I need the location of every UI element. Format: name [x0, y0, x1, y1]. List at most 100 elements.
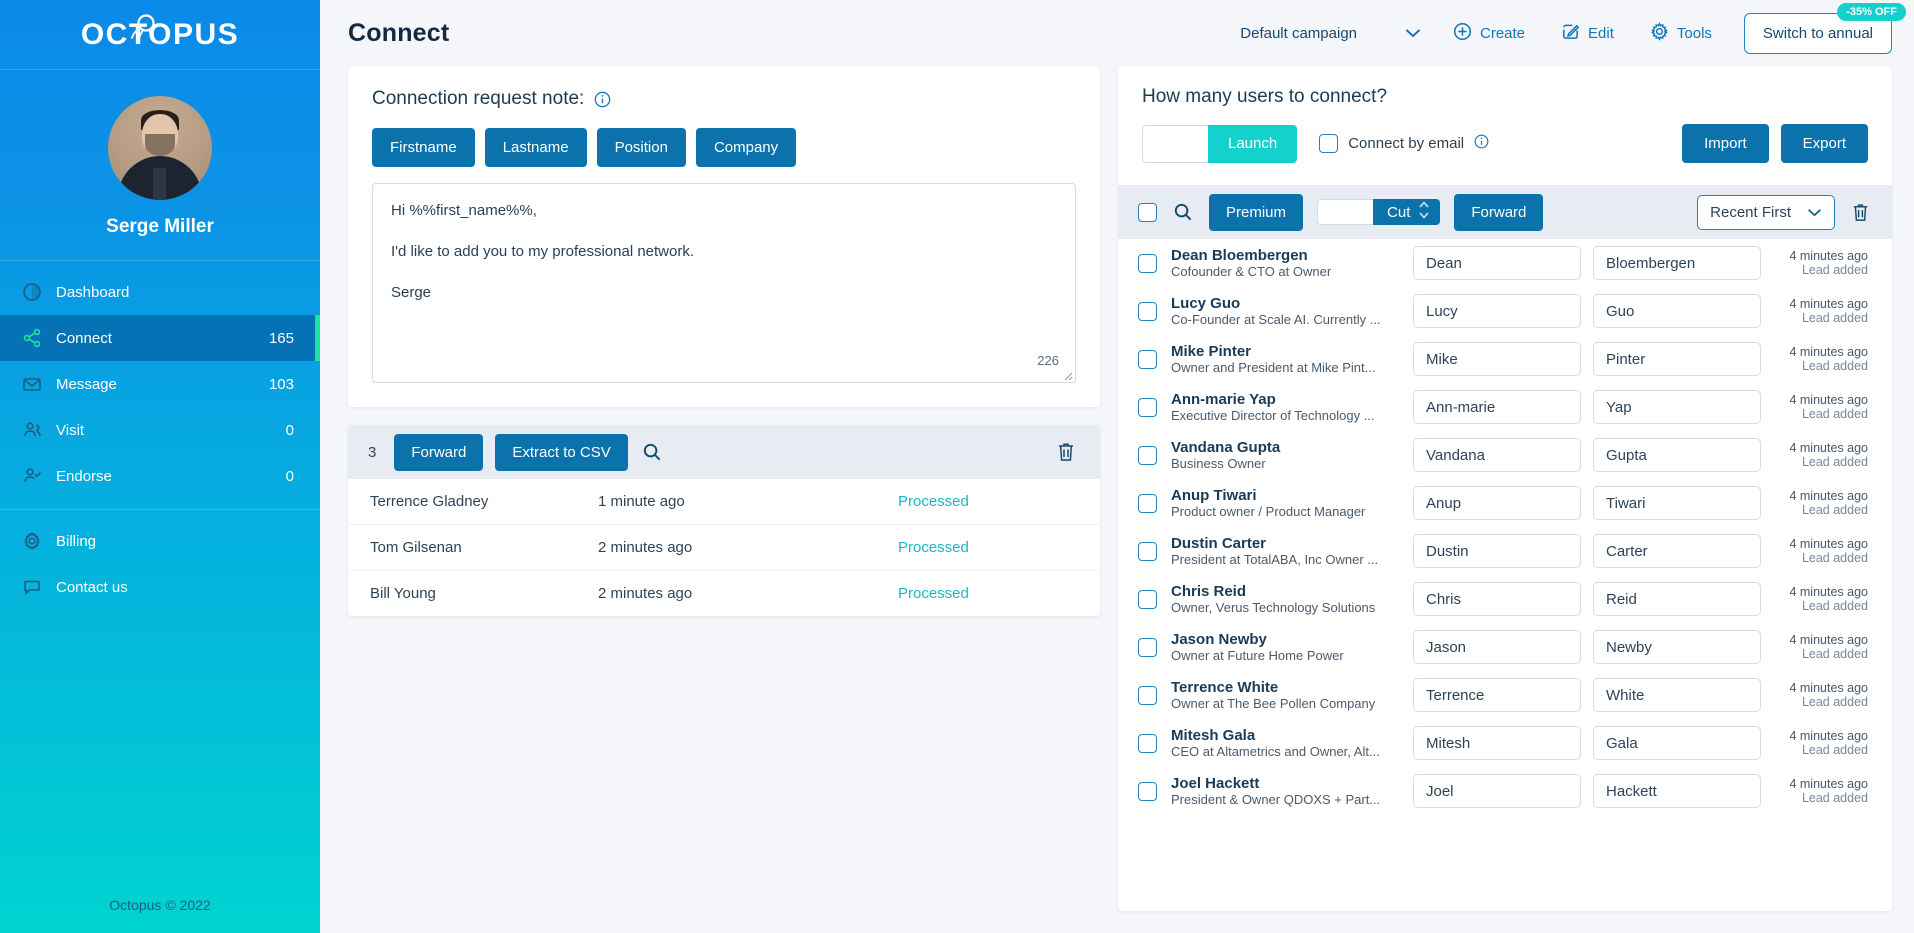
table-row[interactable]: Tom Gilsenan 2 minutes ago Processed — [348, 524, 1100, 571]
first-name-input[interactable] — [1413, 294, 1581, 328]
user-checkbox[interactable] — [1138, 253, 1157, 273]
sidebar-item-contact-us[interactable]: Contact us — [0, 564, 320, 610]
list-item[interactable]: Joel Hackett President & Owner QDOXS + Pa… — [1118, 767, 1892, 815]
user-checkbox[interactable] — [1138, 685, 1157, 705]
user-checkbox[interactable] — [1138, 349, 1157, 369]
last-name-input[interactable] — [1593, 438, 1761, 472]
user-list[interactable]: Dean Bloembergen Cofounder & CTO at Owner… — [1118, 239, 1892, 911]
user-checkbox[interactable] — [1138, 781, 1157, 801]
user-checkbox[interactable] — [1138, 493, 1157, 513]
processed-forward-button[interactable]: Forward — [394, 433, 484, 471]
list-item[interactable]: Chris Reid Owner, Verus Technology Soluti… — [1118, 575, 1892, 623]
list-item[interactable]: Ann-marie Yap Executive Director of Techn… — [1118, 383, 1892, 431]
user-name: Joel Hackett — [1171, 775, 1260, 792]
delete-icon[interactable] — [1849, 200, 1872, 225]
import-button[interactable]: Import — [1682, 124, 1769, 163]
create-button[interactable]: Create — [1435, 22, 1543, 45]
note-line-2: I'd like to add you to my professional n… — [391, 242, 695, 260]
list-item[interactable]: Vandana GuptaBusiness Owner 4 minutes ago… — [1118, 431, 1892, 479]
sidebar-item-billing[interactable]: Billing — [0, 518, 320, 564]
sidebar-item-connect[interactable]: Connect 165 — [0, 315, 320, 361]
list-item[interactable]: Dean Bloembergen Cofounder & CTO at Owner… — [1118, 239, 1892, 287]
last-name-input[interactable] — [1593, 630, 1761, 664]
last-name-input[interactable] — [1593, 582, 1761, 616]
sidebar-item-endorse[interactable]: Endorse 0 — [0, 453, 320, 499]
info-icon[interactable] — [594, 91, 611, 108]
first-name-input[interactable] — [1413, 630, 1581, 664]
last-name-input[interactable] — [1593, 534, 1761, 568]
last-name-input[interactable] — [1593, 390, 1761, 424]
last-name-input[interactable] — [1593, 486, 1761, 520]
list-item[interactable]: Terrence White Owner at The Bee Pollen Co… — [1118, 671, 1892, 719]
user-time: 4 minutes ago — [1789, 441, 1868, 455]
first-name-input[interactable] — [1413, 438, 1581, 472]
last-name-input[interactable] — [1593, 342, 1761, 376]
user-status: Lead added — [1801, 743, 1868, 757]
note-line-1: Hi %%first_name%%, — [391, 202, 537, 219]
first-name-input[interactable] — [1413, 486, 1581, 520]
tag-company-button[interactable]: Company — [695, 128, 797, 167]
first-name-input[interactable] — [1413, 774, 1581, 808]
user-time: 4 minutes ago — [1789, 777, 1868, 791]
list-item[interactable]: Mike Pinter Owner and President at Mike P… — [1118, 335, 1892, 383]
cut-input[interactable] — [1317, 199, 1374, 225]
envelope-icon — [22, 374, 56, 394]
connect-by-email-checkbox[interactable] — [1319, 134, 1339, 153]
delete-icon[interactable] — [1054, 439, 1078, 465]
user-checkbox[interactable] — [1138, 541, 1157, 561]
first-name-input[interactable] — [1413, 246, 1581, 280]
campaign-dropdown[interactable]: Default campaign — [1226, 25, 1435, 42]
list-item[interactable]: Anup Tiwari Product owner / Product Manag… — [1118, 479, 1892, 527]
sidebar-item-count: 0 — [285, 467, 294, 485]
tag-lastname-button[interactable]: Lastname — [484, 128, 587, 167]
logo[interactable]: OCTOPUS — [0, 0, 320, 70]
sidebar-item-message[interactable]: Message 103 — [0, 361, 320, 407]
edit-button[interactable]: Edit — [1543, 22, 1632, 45]
user-checkbox[interactable] — [1138, 301, 1157, 321]
search-icon[interactable] — [640, 440, 664, 464]
cut-button[interactable]: Cut — [1373, 199, 1441, 225]
list-item[interactable]: Lucy Guo Co-Founder at Scale AI. Currentl… — [1118, 287, 1892, 335]
launch-button[interactable]: Launch — [1208, 124, 1298, 163]
first-name-input[interactable] — [1413, 342, 1581, 376]
first-name-input[interactable] — [1413, 534, 1581, 568]
first-name-input[interactable] — [1413, 582, 1581, 616]
table-row[interactable]: Bill Young 2 minutes ago Processed — [348, 571, 1100, 617]
tag-position-button[interactable]: Position — [596, 128, 686, 167]
user-checkbox[interactable] — [1138, 637, 1157, 657]
first-name-input[interactable] — [1413, 678, 1581, 712]
select-all-checkbox[interactable] — [1138, 202, 1157, 222]
last-name-input[interactable] — [1593, 726, 1761, 760]
note-textarea[interactable]: Hi %%first_name%%, I'd like to add you t… — [372, 183, 1076, 383]
list-item[interactable]: Mitesh Gala CEO at Altametrics and Owner,… — [1118, 719, 1892, 767]
last-name-input[interactable] — [1593, 678, 1761, 712]
list-item[interactable]: Jason NewbyOwner at Future Home Power 4 m… — [1118, 623, 1892, 671]
list-item[interactable]: Dustin Carter President at TotalABA, Inc … — [1118, 527, 1892, 575]
user-checkbox[interactable] — [1138, 733, 1157, 753]
extract-to-csv-button[interactable]: Extract to CSV — [495, 433, 628, 471]
resize-handle-icon[interactable] — [1061, 368, 1073, 381]
first-name-input[interactable] — [1413, 726, 1581, 760]
last-name-input[interactable] — [1593, 294, 1761, 328]
campaign-value: Default campaign — [1240, 24, 1357, 42]
sidebar-item-visit[interactable]: Visit 0 — [0, 407, 320, 453]
export-button[interactable]: Export — [1780, 124, 1868, 163]
user-checkbox[interactable] — [1138, 397, 1157, 417]
forward-button[interactable]: Forward — [1454, 193, 1544, 231]
premium-button[interactable]: Premium — [1209, 193, 1304, 231]
info-icon[interactable] — [1474, 134, 1489, 153]
tools-button[interactable]: Tools — [1632, 21, 1730, 45]
users-count-input[interactable] — [1142, 124, 1208, 163]
sidebar-item-dashboard[interactable]: Dashboard — [0, 269, 320, 315]
search-icon[interactable] — [1171, 200, 1195, 224]
user-checkbox[interactable] — [1138, 589, 1157, 609]
last-name-input[interactable] — [1593, 774, 1761, 808]
connect-by-email-group[interactable]: Connect by email — [1319, 134, 1489, 153]
table-row[interactable]: Terrence Gladney 1 minute ago Processed — [348, 479, 1100, 525]
first-name-input[interactable] — [1413, 390, 1581, 424]
user-checkbox[interactable] — [1138, 445, 1157, 465]
tag-firstname-button[interactable]: Firstname — [372, 128, 475, 167]
stepper-updown-icon[interactable] — [1418, 199, 1430, 225]
last-name-input[interactable] — [1593, 246, 1761, 280]
sort-dropdown[interactable]: Recent First — [1697, 194, 1835, 230]
